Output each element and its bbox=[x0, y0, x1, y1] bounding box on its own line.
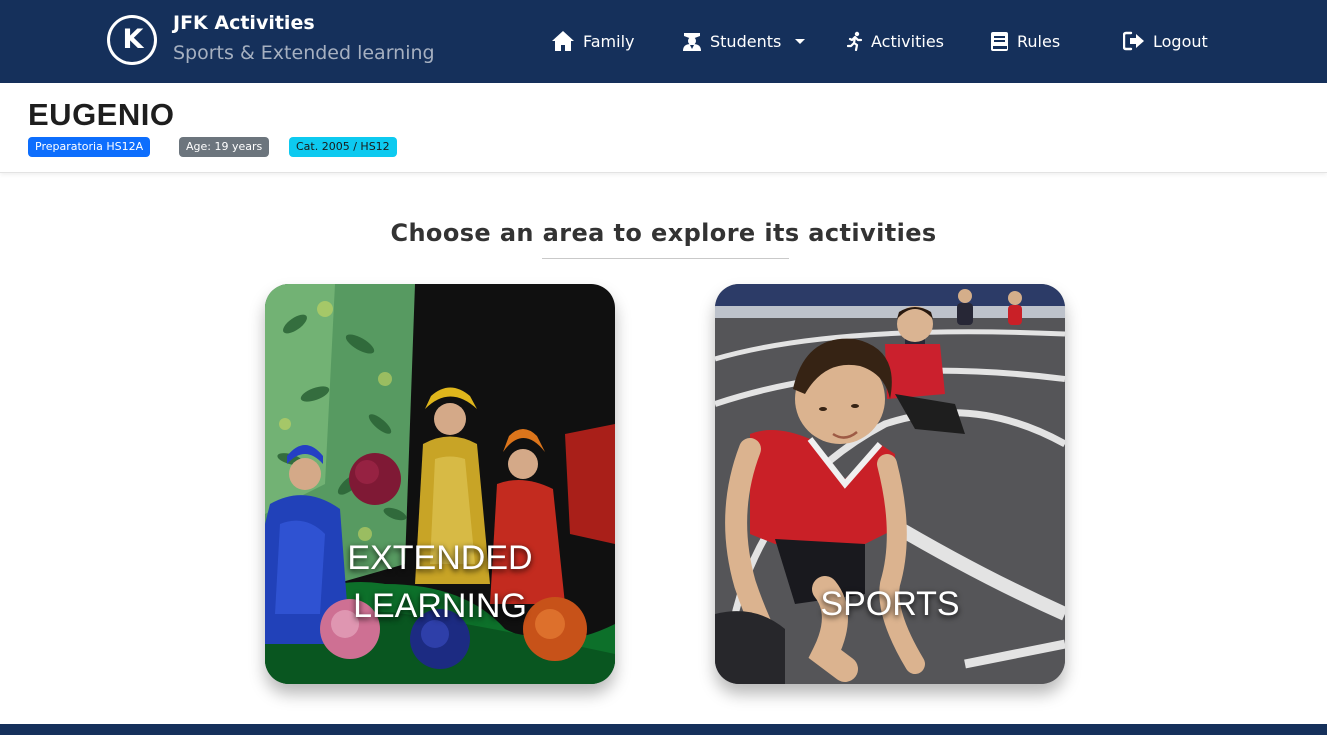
top-navbar: K JFK Activities Sports & Extended learn… bbox=[0, 0, 1327, 83]
nav-activities-label: Activities bbox=[871, 31, 944, 51]
logo-letter: K bbox=[122, 24, 144, 55]
group-badge: Preparatoria HS12A bbox=[28, 137, 151, 157]
student-header: EUGENIO Preparatoria HS12A Age: 19 years… bbox=[0, 83, 1327, 173]
section-heading: Choose an area to explore its activities bbox=[390, 219, 937, 247]
school-logo[interactable]: K bbox=[107, 15, 157, 65]
extended-label-line2: LEARNING bbox=[353, 587, 527, 625]
brand-title[interactable]: JFK Activities bbox=[173, 12, 315, 34]
extended-learning-card[interactable]: EXTENDED LEARNING bbox=[265, 284, 615, 684]
nav-rules[interactable]: Rules bbox=[990, 29, 1060, 53]
footer-bar bbox=[0, 724, 1327, 735]
logout-icon bbox=[1123, 31, 1144, 51]
graduate-icon bbox=[683, 33, 701, 51]
running-person-icon bbox=[847, 31, 863, 51]
brand-subtitle: Sports & Extended learning bbox=[173, 42, 435, 64]
extended-label-line1: EXTENDED bbox=[347, 539, 533, 577]
category-badge: Cat. 2005 / HS12 bbox=[289, 137, 397, 157]
nav-activities[interactable]: Activities bbox=[847, 29, 944, 53]
nav-logout-label: Logout bbox=[1153, 31, 1208, 51]
nav-students-label: Students bbox=[710, 31, 782, 51]
nav-rules-label: Rules bbox=[1017, 31, 1061, 51]
logo-inner: K bbox=[110, 18, 154, 62]
age-badge: Age: 19 years bbox=[179, 137, 270, 157]
nav-family[interactable]: Family bbox=[551, 29, 634, 53]
sports-card[interactable]: SPORTS bbox=[715, 284, 1065, 684]
sports-label: SPORTS bbox=[820, 585, 960, 623]
nav-logout[interactable]: Logout bbox=[1123, 29, 1208, 53]
heading-underline bbox=[542, 258, 789, 259]
book-icon bbox=[991, 31, 1008, 51]
nav-students-dropdown[interactable]: Students bbox=[682, 29, 806, 53]
chevron-down-icon bbox=[795, 38, 806, 44]
student-name: EUGENIO bbox=[28, 97, 175, 132]
home-icon bbox=[552, 31, 574, 51]
nav-family-label: Family bbox=[583, 31, 635, 51]
